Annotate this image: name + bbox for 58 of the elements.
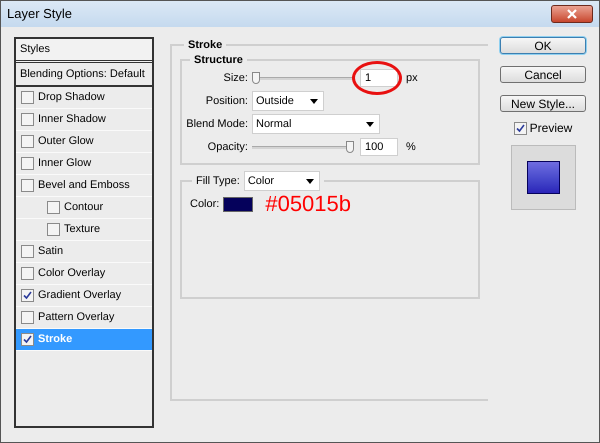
color-swatch[interactable]	[223, 196, 254, 212]
annotation-text: #05015b	[265, 193, 351, 215]
input-field[interactable]: 100	[360, 138, 398, 156]
checkbox[interactable]	[514, 122, 527, 134]
checkbox[interactable]	[21, 289, 34, 302]
style-item[interactable]: Texture	[16, 219, 152, 241]
unit-label: px	[406, 70, 418, 86]
dialog-button[interactable]: New Style...	[500, 95, 586, 112]
checkbox[interactable]	[21, 267, 34, 280]
checkbox[interactable]	[47, 201, 60, 214]
style-item[interactable]: Satin	[16, 241, 152, 263]
checkbox[interactable]	[21, 311, 34, 324]
dialog-button[interactable]: OK	[500, 37, 586, 54]
checkbox[interactable]	[21, 245, 34, 258]
input-field[interactable]: 1	[360, 69, 398, 87]
color-label: Color:	[190, 196, 220, 212]
caret-icon	[310, 98, 318, 104]
slider-thumb[interactable]	[252, 72, 260, 84]
style-item[interactable]: Inner Glow	[16, 153, 152, 175]
slider[interactable]	[252, 140, 354, 154]
slider[interactable]	[252, 71, 354, 85]
checkbox[interactable]	[21, 91, 34, 104]
caret-icon	[306, 178, 314, 184]
group-title: Structure	[193, 52, 244, 68]
slider-thumb[interactable]	[346, 141, 354, 153]
checkbox[interactable]	[21, 135, 34, 148]
field-label: Blend Mode:	[186, 116, 248, 132]
group-title: Stroke	[187, 38, 224, 53]
fill-type-label: Fill Type:	[196, 174, 240, 189]
checkbox[interactable]	[21, 333, 34, 346]
style-item[interactable]: Blending Options: Default	[16, 63, 152, 87]
unit-label: %	[406, 140, 416, 155]
style-item[interactable]: Drop Shadow	[16, 87, 152, 109]
close-button[interactable]	[551, 5, 593, 23]
dropdown[interactable]: Normal	[252, 114, 380, 134]
field-label: Position:	[204, 94, 248, 109]
checkbox[interactable]	[21, 157, 34, 170]
dropdown[interactable]: Outside	[252, 91, 324, 111]
style-item[interactable]: Bevel and Emboss	[16, 175, 152, 197]
preview-swatch	[526, 161, 560, 194]
checkbox[interactable]	[47, 223, 60, 236]
style-item[interactable]: Outer Glow	[16, 131, 152, 153]
field-label: Size:	[222, 70, 248, 86]
checkbox[interactable]	[21, 179, 34, 192]
list-header: Styles	[16, 39, 152, 63]
field-label: Opacity:	[206, 140, 248, 155]
window-title: Layer Style	[7, 5, 72, 24]
annotation-circle	[352, 61, 402, 95]
style-item[interactable]: Color Overlay	[16, 263, 152, 285]
dropdown[interactable]: Color	[244, 171, 320, 191]
caret-icon	[366, 122, 374, 126]
dialog-button[interactable]: Cancel	[500, 66, 586, 83]
style-item[interactable]: Inner Shadow	[16, 109, 152, 131]
checkbox[interactable]	[21, 113, 34, 126]
preview-label: Preview	[530, 120, 572, 137]
style-item[interactable]: Gradient Overlay	[16, 285, 152, 307]
style-item[interactable]: Contour	[16, 197, 152, 219]
close-icon	[566, 9, 578, 19]
